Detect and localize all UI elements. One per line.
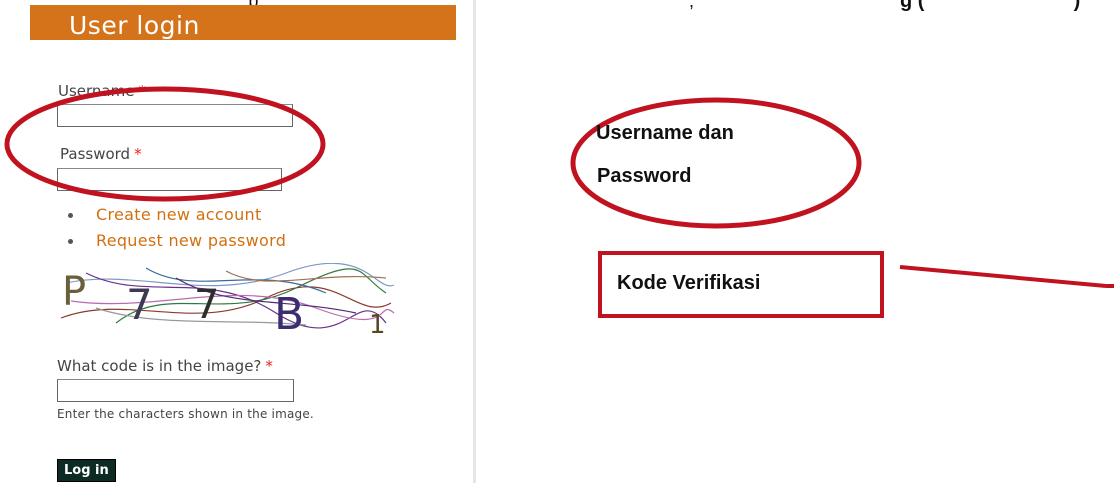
captcha-help-text: Enter the characters shown in the image. [57,407,314,421]
top-text-fragment-end: ) [1073,0,1081,12]
kode-verifikasi-text: Kode Verifikasi [617,272,761,294]
captcha-question-label: What code is in the image? [57,357,262,375]
user-login-header: User login [30,5,456,40]
request-password-link[interactable]: Request new password [96,231,286,250]
captcha-required-mark: * [265,357,273,375]
captcha-image: P 7 7 B 1 [56,263,396,335]
annotation-ellipse [570,97,862,229]
cropped-top-text-right: g ( ) [900,0,1080,13]
username-dan-text: Username dan [596,122,734,144]
password-label-row: Password * [60,145,142,163]
top-text-fragment-right: g ( [900,0,925,12]
username-input[interactable] [57,104,293,127]
username-label-row: Username * [58,82,146,100]
svg-text:7: 7 [126,280,153,329]
pointer-line [899,265,1107,288]
password-input[interactable] [57,168,282,191]
log-in-button[interactable]: Log in [57,459,116,482]
column-divider [473,0,476,483]
create-account-link[interactable]: Create new account [96,205,262,224]
username-label: Username [58,82,135,100]
top-text-fragment-middle: , [689,0,695,11]
password-annotation-text: Password [597,165,692,187]
username-required-mark: * [138,82,146,100]
password-required-mark: * [134,145,142,163]
bullet-icon [68,239,73,244]
svg-text:B: B [274,289,304,335]
svg-text:1: 1 [369,310,386,335]
bullet-icon [68,213,73,218]
svg-text:7: 7 [194,282,219,328]
captcha-input[interactable] [57,379,294,402]
user-login-title: User login [69,11,200,40]
password-label: Password [60,145,131,163]
captcha-question-row: What code is in the image? * [57,357,273,375]
svg-text:P: P [62,269,86,315]
